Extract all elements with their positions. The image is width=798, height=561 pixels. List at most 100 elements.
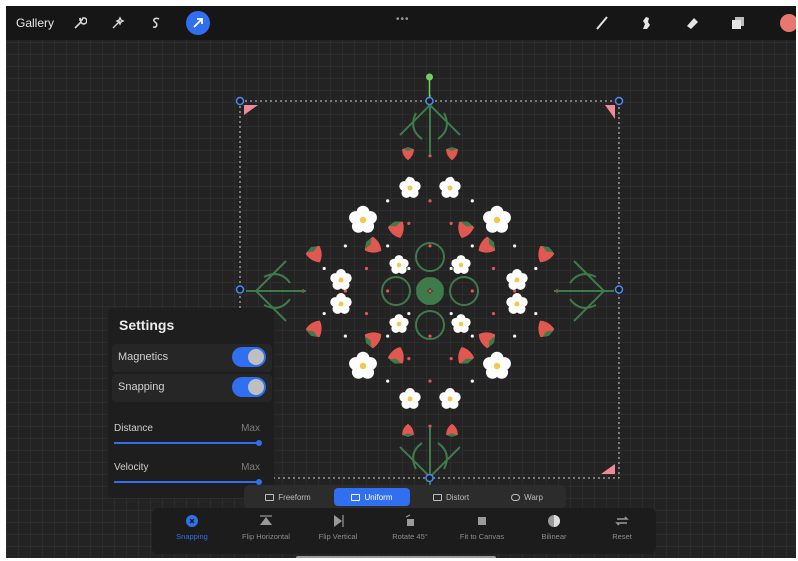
snapping-label: Snapping — [118, 381, 165, 393]
strawberry — [446, 423, 458, 437]
strawberry — [478, 332, 496, 349]
flower-center — [447, 185, 453, 191]
magic-wand-icon[interactable] — [108, 13, 128, 33]
mode-freeform[interactable]: Freeform — [248, 488, 328, 506]
corner-marker — [605, 105, 615, 119]
flower-center — [396, 321, 402, 327]
strawberry — [387, 346, 404, 364]
settings-title: Settings — [119, 317, 175, 333]
dot — [343, 334, 347, 338]
dot — [407, 357, 411, 361]
flower-center — [407, 185, 413, 191]
transform-arrow-icon[interactable] — [186, 11, 210, 35]
warp-icon — [511, 493, 521, 501]
mode-uniform[interactable]: Uniform — [334, 488, 410, 506]
layers-icon[interactable] — [728, 13, 748, 33]
corner-marker — [601, 464, 615, 474]
color-picker-button[interactable] — [780, 14, 796, 32]
dot — [491, 311, 496, 316]
strawberry — [446, 147, 458, 161]
mode-warp[interactable]: Warp — [494, 488, 560, 506]
eraser-icon[interactable] — [682, 13, 702, 33]
dot — [470, 334, 474, 338]
snapping-toggle[interactable] — [232, 377, 266, 397]
window-grip-icon[interactable]: ••• — [396, 14, 410, 25]
snapping-row: Snapping — [112, 374, 272, 402]
gallery-button[interactable]: Gallery — [16, 16, 54, 30]
rotate-icon — [405, 514, 414, 526]
flower-petal — [439, 181, 450, 192]
dot — [428, 379, 432, 383]
flower-center — [493, 216, 501, 224]
dot — [407, 221, 411, 225]
mode-distort[interactable]: Distort — [416, 488, 486, 506]
flip-horizontal-icon — [260, 515, 272, 525]
magnetics-toggle[interactable] — [232, 347, 266, 367]
leaf-flourish — [554, 260, 614, 322]
reset-button[interactable]: Reset — [586, 514, 658, 541]
home-indicator — [296, 556, 496, 558]
flower-center — [458, 321, 464, 327]
dot — [449, 221, 453, 225]
fit-to-canvas-button[interactable]: Fit to Canvas — [446, 514, 518, 541]
flip-horizontal-label: Flip Horizontal — [242, 532, 290, 541]
snapping-button[interactable]: Snapping — [156, 514, 228, 541]
strawberry — [364, 332, 382, 349]
magnetics-label: Magnetics — [118, 351, 169, 363]
flip-horizontal-button[interactable]: Flip Horizontal — [230, 514, 302, 541]
flower-petal — [506, 297, 517, 308]
flower-petal — [483, 357, 497, 371]
dot — [386, 289, 390, 293]
distance-slider[interactable] — [114, 442, 260, 444]
strawberry — [305, 245, 322, 263]
velocity-max-label: Max — [241, 462, 260, 473]
flower-petal — [439, 392, 450, 403]
resize-handle — [425, 96, 434, 106]
brush-icon[interactable] — [592, 13, 612, 33]
selection-s-icon[interactable] — [146, 13, 166, 33]
flower-center — [338, 277, 344, 283]
flower-petal — [451, 317, 461, 327]
top-toolbar: Gallery ••• — [6, 6, 796, 40]
resize-handle — [614, 285, 624, 294]
dot — [322, 266, 326, 271]
procreate-screen: Gallery ••• Settings Magnetics Snapping … — [6, 6, 796, 558]
velocity-slider[interactable] — [114, 481, 260, 483]
strawberry-mandala-artwork — [246, 95, 614, 487]
distort-icon — [432, 493, 442, 501]
strawberry — [387, 221, 404, 239]
mode-uniform-label: Uniform — [364, 492, 393, 502]
flower-center — [458, 262, 464, 268]
distance-max-label: Max — [241, 423, 260, 434]
toggle-knob — [248, 379, 264, 395]
dot — [407, 266, 411, 271]
dot — [428, 289, 432, 293]
snapping-icon — [186, 515, 198, 527]
strawberry — [458, 346, 475, 364]
flower-center — [359, 362, 367, 370]
flip-vertical-button[interactable]: Flip Vertical — [302, 514, 374, 541]
snapping-button-label: Snapping — [176, 532, 208, 541]
wrench-icon[interactable] — [70, 13, 90, 33]
flip-vertical-label: Flip Vertical — [318, 532, 358, 541]
dot — [364, 266, 369, 271]
dot — [428, 244, 432, 248]
flower-petal — [349, 357, 363, 371]
resize-handle — [235, 96, 245, 106]
smudge-icon[interactable] — [636, 13, 656, 33]
dot — [386, 199, 390, 203]
dot — [470, 244, 474, 248]
flower-petal — [349, 211, 363, 225]
dot — [428, 199, 432, 203]
distance-slider-thumb[interactable] — [256, 440, 262, 446]
bilinear-button[interactable]: Bilinear — [518, 514, 590, 541]
resize-handle — [614, 96, 624, 106]
dot — [386, 244, 390, 248]
dot — [470, 379, 474, 383]
dot — [322, 311, 326, 316]
dot — [513, 289, 517, 293]
dot — [449, 357, 453, 361]
flower-petal — [330, 297, 341, 308]
dot — [386, 334, 390, 338]
rotate-45-button[interactable]: Rotate 45° — [374, 514, 446, 541]
